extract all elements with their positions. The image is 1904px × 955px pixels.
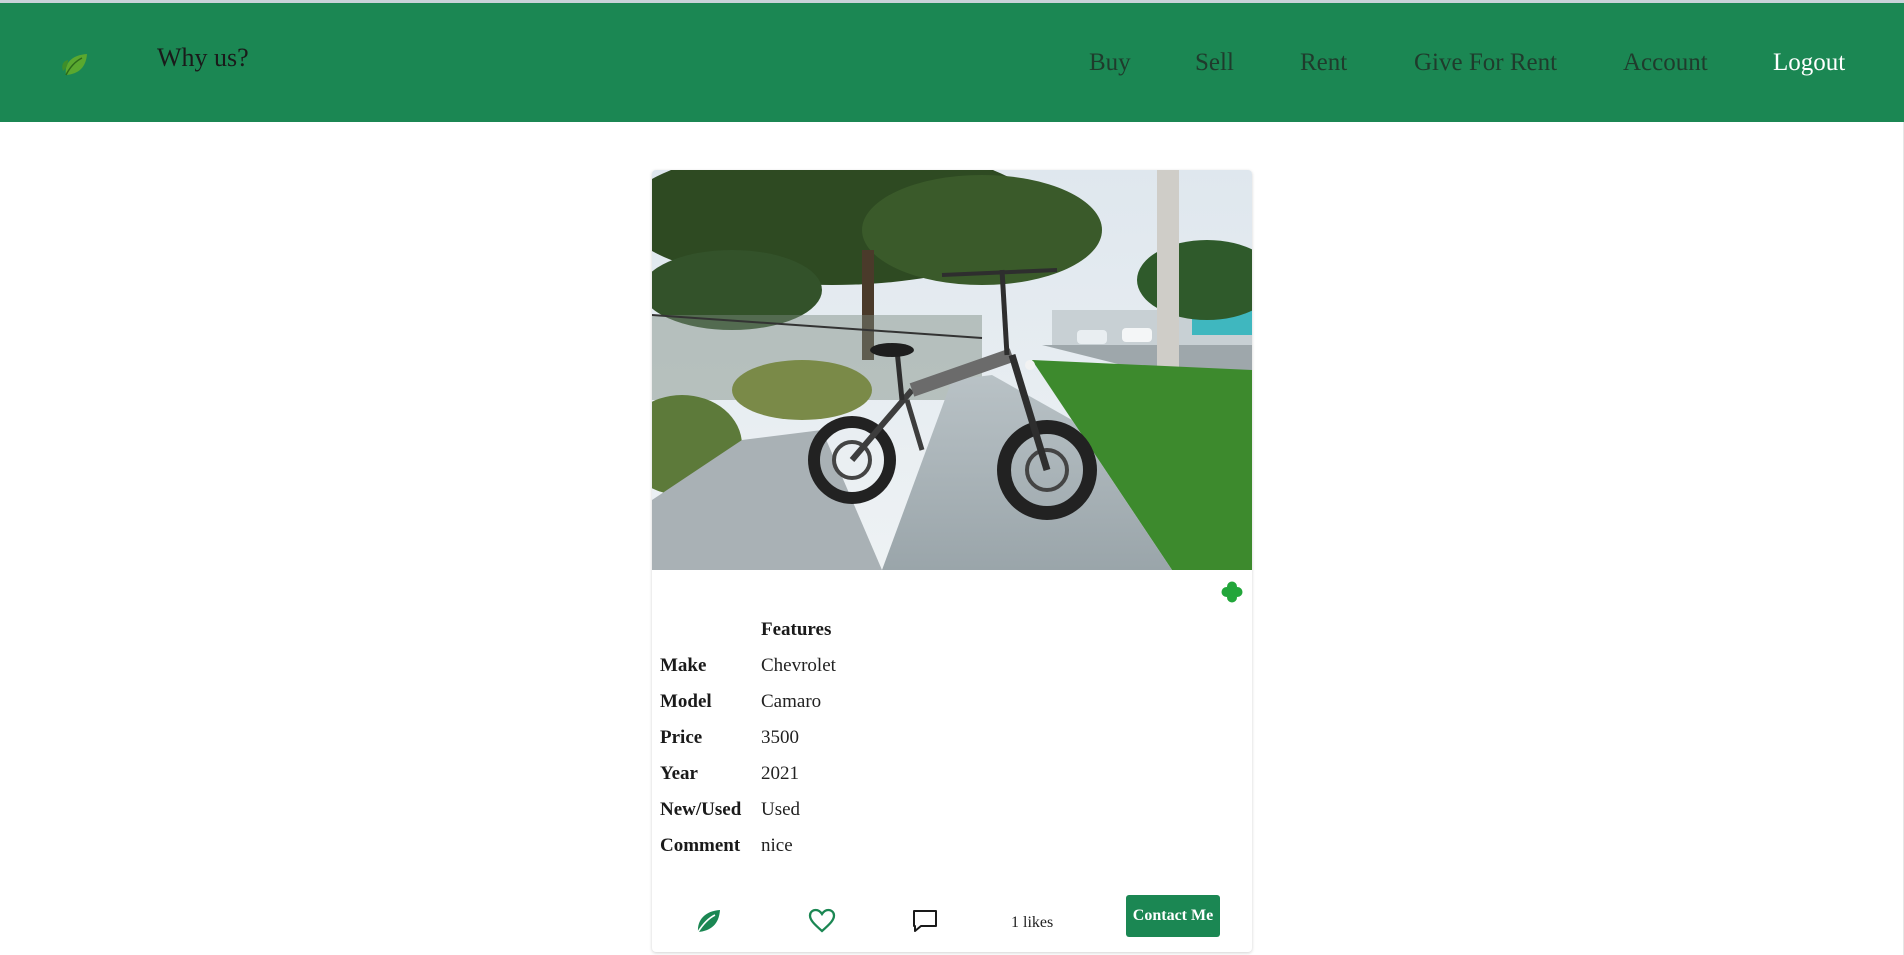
feature-row-make: Make Chevrolet: [652, 648, 844, 684]
contact-me-button[interactable]: Contact Me: [1126, 895, 1220, 937]
comment-icon[interactable]: [911, 907, 939, 935]
feature-value: Camaro: [761, 691, 822, 712]
listing-card: Features Make Chevrolet Model Camaro Pri…: [652, 170, 1252, 952]
feature-row-condition: New/Used Used: [652, 792, 844, 828]
heart-icon[interactable]: [808, 907, 836, 935]
features-header-row: Features: [652, 612, 844, 648]
feature-label: Model: [660, 691, 712, 712]
nav-buy[interactable]: Buy: [1089, 49, 1131, 77]
feature-value: Chevrolet: [761, 655, 836, 676]
nav-rent[interactable]: Rent: [1300, 49, 1347, 77]
likes-count: 1 likes: [1011, 914, 1054, 931]
nav-give-for-rent[interactable]: Give For Rent: [1414, 49, 1557, 77]
features-header: Features: [761, 619, 832, 640]
feature-label: New/Used: [660, 799, 742, 820]
why-us-link[interactable]: Why us?: [157, 43, 249, 73]
feature-label: Comment: [660, 835, 741, 856]
feature-row-model: Model Camaro: [652, 684, 844, 720]
feature-label: Make: [660, 655, 707, 676]
leaf-logo-icon[interactable]: [60, 51, 90, 77]
listing-photo: [652, 170, 1252, 570]
feature-label: Year: [660, 763, 698, 784]
listing-actions: 1 likes Contact Me: [652, 895, 1252, 945]
nav-sell[interactable]: Sell: [1195, 49, 1234, 77]
nav-account[interactable]: Account: [1623, 49, 1708, 77]
features-table: Features Make Chevrolet Model Camaro Pri…: [652, 612, 844, 864]
navbar: Why us? Buy Sell Rent Give For Rent Acco…: [0, 3, 1904, 122]
feature-label: Price: [660, 727, 703, 748]
feature-value: 3500: [761, 727, 799, 748]
feature-value: 2021: [761, 763, 799, 784]
feature-row-price: Price 3500: [652, 720, 844, 756]
nav-logout[interactable]: Logout: [1773, 49, 1845, 77]
feature-value: Used: [761, 799, 801, 820]
feature-row-comment: Comment nice: [652, 828, 844, 864]
clover-icon[interactable]: [1220, 580, 1244, 604]
leaf-icon[interactable]: [694, 907, 722, 935]
feature-value: nice: [761, 835, 793, 856]
features-header-spacer: [652, 612, 753, 648]
feature-row-year: Year 2021: [652, 756, 844, 792]
